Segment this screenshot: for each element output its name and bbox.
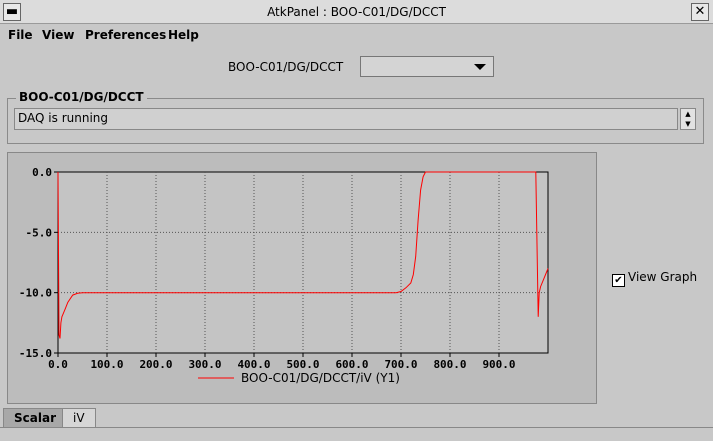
device-combo[interactable] (360, 56, 494, 77)
y-tick-label: -15.0 (19, 347, 52, 360)
x-tick-label: 900.0 (482, 358, 515, 371)
view-graph-checkbox[interactable]: ✔ View Graph (612, 270, 697, 287)
x-tick-label: 100.0 (90, 358, 123, 371)
checkbox-icon[interactable]: ✔ (612, 274, 625, 287)
status-scroll[interactable]: ▲ ▼ (680, 108, 696, 130)
close-icon[interactable]: ✕ (691, 3, 709, 21)
x-tick-label: 600.0 (335, 358, 368, 371)
x-tick-label: 200.0 (139, 358, 172, 371)
x-tick-label: 800.0 (433, 358, 466, 371)
y-tick-label: 0.0 (32, 166, 52, 179)
iv-chart[interactable]: 0.0 100.0 200.0 300.0 400.0 500.0 600.0 700.0 80… (8, 153, 596, 403)
menu-help[interactable]: Help (168, 28, 199, 42)
menu-view[interactable]: View (42, 28, 74, 42)
window-title: AtkPanel : BOO-C01/DG/DCCT (267, 5, 446, 19)
chart-frame: 0.0 100.0 200.0 300.0 400.0 500.0 600.0 700.0 80… (7, 152, 597, 404)
view-graph-label: View Graph (628, 270, 698, 284)
menu-bar: File View Preferences Help (0, 25, 713, 45)
title-bar: ▬ AtkPanel : BOO-C01/DG/DCCT ✕ (0, 0, 713, 24)
x-tick-label: 400.0 (237, 358, 270, 371)
scroll-up-icon[interactable]: ▲ (681, 109, 695, 119)
y-tick-label: -10.0 (19, 287, 52, 300)
chevron-down-icon[interactable] (474, 64, 486, 70)
y-tick-label: -5.0 (26, 226, 53, 239)
status-group-title: BOO-C01/DG/DCCT (16, 90, 147, 104)
device-label: BOO-C01/DG/DCCT (228, 60, 344, 74)
scroll-down-icon[interactable]: ▼ (681, 119, 695, 129)
menu-preferences[interactable]: Preferences (85, 28, 166, 42)
legend-label: BOO-C01/DG/DCCT/iV (Y1) (241, 371, 400, 385)
tab-iv[interactable]: iV (62, 408, 96, 427)
x-tick-label: 300.0 (188, 358, 221, 371)
menu-file[interactable]: File (8, 28, 33, 42)
tab-panel-edge (0, 427, 713, 441)
status-text: DAQ is running (14, 108, 678, 130)
x-tick-label: 500.0 (286, 358, 319, 371)
tab-scalar[interactable]: Scalar (3, 408, 67, 427)
tab-bar: Scalar iV (0, 408, 713, 428)
x-tick-label: 700.0 (384, 358, 417, 371)
